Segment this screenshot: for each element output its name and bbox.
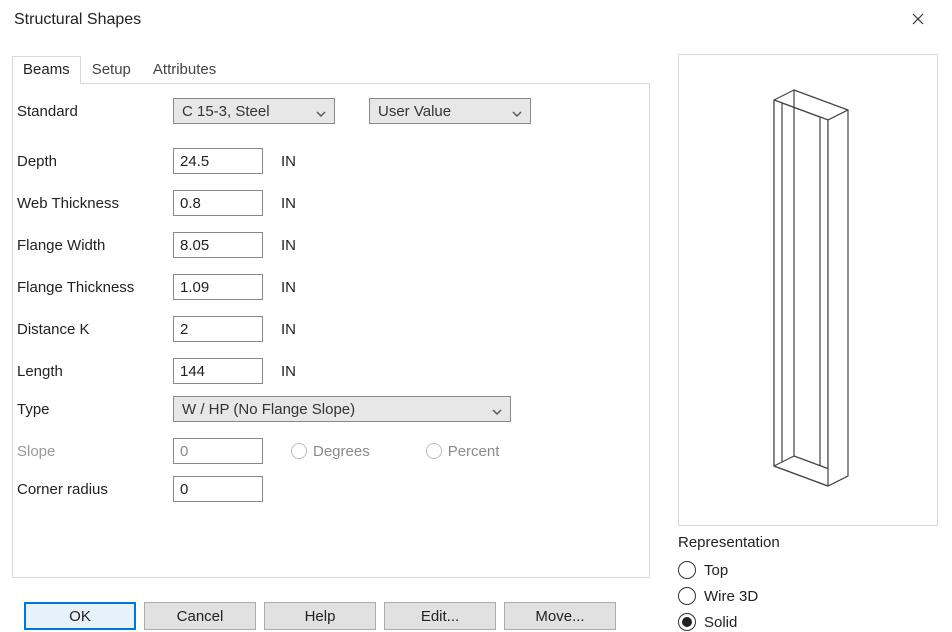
standard-select-value: C 15-3, Steel (182, 103, 270, 120)
radio-icon (291, 443, 307, 459)
tab-attributes[interactable]: Attributes (142, 56, 227, 84)
flange-width-unit: IN (281, 237, 296, 254)
tabstrip: Beams Setup Attributes (12, 54, 650, 84)
chevron-down-icon (316, 106, 326, 116)
depth-label: Depth (13, 153, 173, 170)
representation-wire3d-radio[interactable]: Wire 3D (678, 583, 938, 609)
move-button[interactable]: Move... (504, 602, 616, 630)
representation-group: Representation Top Wire 3D Solid (678, 534, 938, 632)
beam-preview-icon (708, 70, 908, 510)
flange-width-input[interactable] (173, 232, 263, 258)
radio-icon (678, 587, 696, 605)
corner-radius-label: Corner radius (13, 481, 173, 498)
representation-solid-radio[interactable]: Solid (678, 609, 938, 632)
flange-width-label: Flange Width (13, 237, 173, 254)
web-thickness-input[interactable] (173, 190, 263, 216)
length-unit: IN (281, 363, 296, 380)
representation-top-label: Top (704, 562, 728, 579)
slope-percent-radio: Percent (426, 443, 500, 460)
standard-select[interactable]: C 15-3, Steel (173, 98, 335, 124)
cancel-button[interactable]: Cancel (144, 602, 256, 630)
ok-button-label: OK (69, 608, 91, 625)
tab-setup-label: Setup (92, 61, 131, 78)
representation-top-radio[interactable]: Top (678, 557, 938, 583)
length-label: Length (13, 363, 173, 380)
filter-select-value: User Value (378, 103, 451, 120)
edit-button-label: Edit... (421, 608, 459, 625)
cancel-button-label: Cancel (177, 608, 224, 625)
depth-input[interactable] (173, 148, 263, 174)
slope-degrees-label: Degrees (313, 443, 370, 460)
representation-wire3d-label: Wire 3D (704, 588, 758, 605)
ok-button[interactable]: OK (24, 602, 136, 630)
standard-label: Standard (13, 103, 173, 120)
preview-frame (678, 54, 938, 526)
representation-solid-label: Solid (704, 614, 737, 631)
filter-select[interactable]: User Value (369, 98, 531, 124)
help-button-label: Help (305, 608, 336, 625)
tab-panel-beams: Standard C 15-3, Steel User Value (12, 83, 650, 578)
type-select-value: W / HP (No Flange Slope) (182, 401, 355, 418)
window-title: Structural Shapes (14, 11, 898, 29)
type-label: Type (13, 401, 173, 418)
close-icon (912, 12, 924, 29)
chevron-down-icon (512, 106, 522, 116)
distance-k-label: Distance K (13, 321, 173, 338)
representation-title: Representation (678, 534, 938, 551)
radio-icon (678, 613, 696, 631)
help-button[interactable]: Help (264, 602, 376, 630)
distance-k-input[interactable] (173, 316, 263, 342)
tab-beams-label: Beams (23, 61, 70, 78)
radio-icon (678, 561, 696, 579)
close-button[interactable] (898, 0, 938, 40)
chevron-down-icon (492, 404, 502, 414)
distance-k-unit: IN (281, 321, 296, 338)
flange-thickness-unit: IN (281, 279, 296, 296)
type-select[interactable]: W / HP (No Flange Slope) (173, 396, 511, 422)
slope-input (173, 438, 263, 464)
slope-percent-label: Percent (448, 443, 500, 460)
depth-unit: IN (281, 153, 296, 170)
corner-radius-input[interactable] (173, 476, 263, 502)
flange-thickness-label: Flange Thickness (13, 279, 173, 296)
tab-attributes-label: Attributes (153, 61, 216, 78)
edit-button[interactable]: Edit... (384, 602, 496, 630)
titlebar: Structural Shapes (0, 0, 952, 40)
web-thickness-unit: IN (281, 195, 296, 212)
slope-degrees-radio: Degrees (291, 443, 370, 460)
tab-setup[interactable]: Setup (81, 56, 142, 84)
move-button-label: Move... (535, 608, 584, 625)
tab-beams[interactable]: Beams (12, 56, 81, 84)
web-thickness-label: Web Thickness (13, 195, 173, 212)
length-input[interactable] (173, 358, 263, 384)
slope-label: Slope (13, 443, 173, 460)
radio-icon (426, 443, 442, 459)
flange-thickness-input[interactable] (173, 274, 263, 300)
